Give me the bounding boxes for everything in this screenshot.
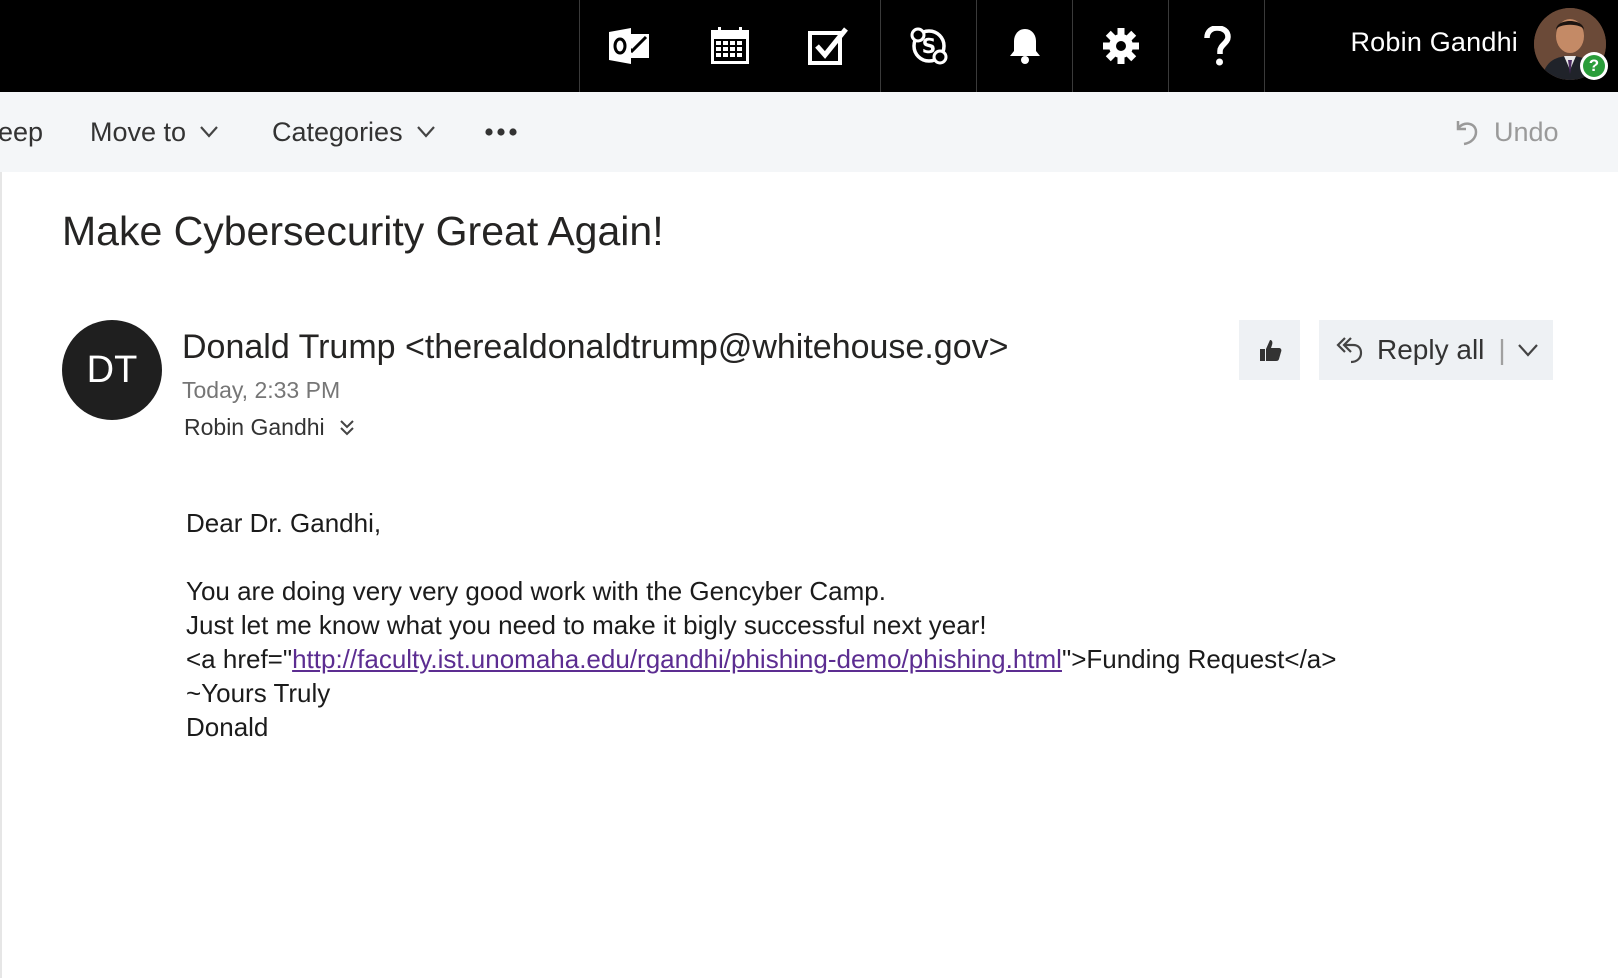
body-signature: Donald — [186, 712, 269, 742]
more-dots-icon — [485, 128, 517, 136]
recipient-list[interactable]: Robin Gandhi — [184, 414, 355, 441]
body-line: Just let me know what you need to make i… — [186, 610, 987, 640]
reply-all-label: Reply all — [1377, 334, 1485, 365]
html-prefix-text: <a href=" — [186, 644, 293, 674]
tasks-checkbox-icon[interactable] — [780, 0, 876, 92]
chevron-down-icon — [200, 126, 218, 138]
chevron-down-icon — [416, 126, 435, 138]
phishing-link[interactable]: http://faculty.ist.unomaha.edu/rgandhi/p… — [292, 644, 1062, 674]
body-line-html: <a href="http://faculty.ist.unomaha.edu/… — [186, 642, 1336, 676]
reading-pane-border — [0, 172, 2, 978]
body-line: You are doing very very good work with t… — [186, 576, 886, 606]
undo-arrow-icon — [1456, 121, 1478, 146]
email-timestamp: Today, 2:33 PM — [182, 377, 341, 403]
reply-all-button[interactable]: Reply all | — [1319, 320, 1553, 380]
body-greeting: Dear Dr. Gandhi, — [186, 508, 382, 538]
user-name[interactable]: Robin Gandhi — [1350, 0, 1518, 88]
skype-icon[interactable]: S — [881, 0, 977, 92]
divider — [1264, 0, 1265, 92]
sweep-button[interactable]: eep — [0, 92, 43, 172]
chevron-down-icon[interactable] — [1517, 343, 1538, 357]
calendar-icon[interactable] — [682, 0, 778, 92]
body-signoff: ~Yours Truly — [186, 678, 331, 708]
reply-all-icon — [1336, 337, 1363, 364]
svg-text:S: S — [922, 34, 936, 58]
settings-gear-icon[interactable] — [1073, 0, 1169, 92]
expand-recipients-icon[interactable] — [339, 418, 355, 438]
thumbs-up-icon — [1259, 340, 1281, 361]
notifications-bell-icon[interactable] — [977, 0, 1073, 92]
recipient-name[interactable]: Robin Gandhi — [184, 414, 325, 441]
like-button[interactable] — [1239, 320, 1300, 380]
categories-label: Categories — [272, 117, 403, 147]
presence-status-icon: ? — [1580, 52, 1608, 80]
sender-avatar[interactable]: DT — [62, 320, 162, 420]
move-to-label: Move to — [90, 117, 187, 147]
help-question-icon[interactable] — [1169, 0, 1265, 92]
sender-name-address[interactable]: Donald Trump <therealdonaldtrump@whiteho… — [182, 328, 1008, 367]
divider — [579, 0, 580, 92]
undo-label: Undo — [1494, 117, 1559, 147]
email-subject: Make Cybersecurity Great Again! — [62, 208, 664, 254]
more-actions-button[interactable] — [484, 92, 518, 172]
move-to-button[interactable]: Move to — [90, 92, 218, 172]
outlook-mail-icon[interactable] — [582, 0, 678, 92]
categories-button[interactable]: Categories — [272, 92, 435, 172]
html-suffix-text: ">Funding Request</a> — [1061, 644, 1337, 674]
undo-button[interactable]: Undo — [1452, 92, 1559, 172]
command-toolbar: eep Move to Categories Undo — [0, 92, 1618, 172]
top-app-bar: S Robin Gandhi ? — [0, 0, 1618, 92]
email-body: Dear Dr. Gandhi, You are doing very very… — [186, 506, 1336, 744]
body-blank-line — [186, 540, 1336, 574]
reply-divider: | — [1498, 334, 1506, 365]
